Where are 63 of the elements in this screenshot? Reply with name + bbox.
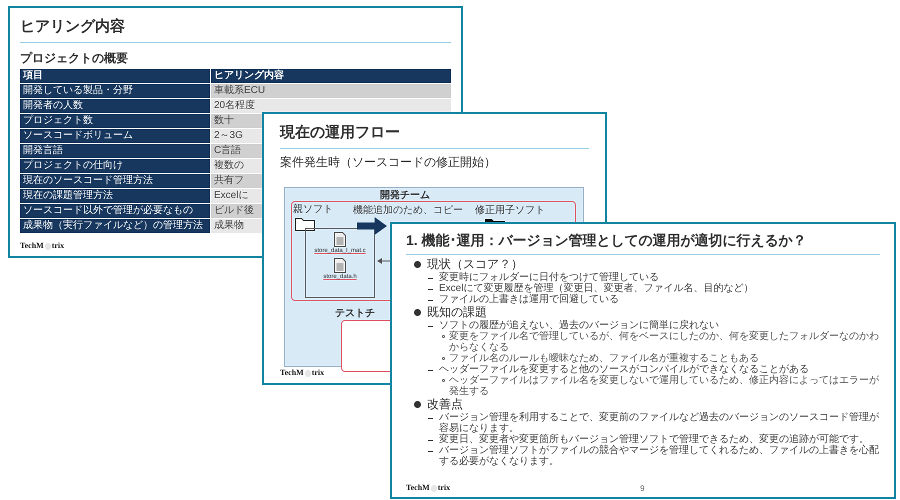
logo-text: TechM <box>406 482 430 494</box>
table-cell: 成果物（実行ファイルなど）の管理方法 <box>20 218 210 232</box>
table-cell: 開発者の人数 <box>20 98 210 112</box>
document-icon <box>334 258 346 272</box>
table-cell: 現在の課題管理方法 <box>20 188 210 202</box>
table-cell: 現在のソースコード管理方法 <box>20 174 210 188</box>
folder-label: 親ソフト <box>293 202 333 216</box>
bullet-icon <box>442 379 445 382</box>
logo-text: trix <box>52 240 64 252</box>
bullet-text: 変更日、変更者や変更箇所もバージョン管理ソフトで管理できるため、変更の追跡が可能です。 <box>439 434 869 445</box>
bullet-text: 変更をファイル名で管理しているが、何をベースにしたのか、何を変更したフォルダーなのかわからなくなる <box>449 331 880 353</box>
bullet-icon <box>414 309 421 316</box>
slide-title: ヒアリング内容 <box>20 17 126 37</box>
table-cell: ソースコードボリューム <box>20 128 210 142</box>
table-cell: 20名程度 <box>211 98 451 112</box>
table-cell: プロジェクトの仕向け <box>20 158 210 172</box>
bullet-text: バージョン管理ソフトがファイルの競合やマージを管理してくれるため、ファイルの上書きを心配する必要がなくなります。 <box>439 445 880 467</box>
page-number: 9 <box>640 484 645 494</box>
dash-icon <box>428 440 433 441</box>
table-header-cell: 項目 <box>20 68 210 82</box>
team-label: テストチ <box>335 306 375 320</box>
table-cell: プロジェクト数 <box>20 114 210 128</box>
logo-mark-icon <box>430 484 437 492</box>
dash-icon <box>428 418 433 419</box>
bullet-icon <box>442 357 445 360</box>
dash-icon <box>428 451 433 452</box>
table-header-cell: ヒアリング内容 <box>211 68 451 82</box>
logo-text: TechM <box>280 367 304 379</box>
section-heading: 既知の課題 <box>427 305 487 320</box>
folder-frame <box>305 228 375 298</box>
slide-subtitle: プロジェクトの概要 <box>20 50 129 66</box>
dash-icon <box>428 300 433 301</box>
folder-label: 修正用子ソフト <box>475 204 545 218</box>
logo-mark-icon <box>44 242 51 250</box>
section-heading: 改善点 <box>427 397 463 412</box>
logo-text: trix <box>438 482 450 494</box>
table-cell: 車載系ECU <box>211 84 451 98</box>
section-heading: 現状（スコア？） <box>427 257 523 272</box>
bullet-text: ソフトの履歴が追えない、過去のバージョンに簡単に戻れない <box>439 320 719 331</box>
right-arrow-icon <box>357 216 387 234</box>
bullet-text: Excelにて変更履歴を管理（変更日、変更者、ファイル名、目的など） <box>439 283 754 294</box>
table-cell: 開発している製品・分野 <box>20 84 210 98</box>
bullet-icon <box>442 335 445 338</box>
logo-text: trix <box>312 367 324 379</box>
logo-mark-icon <box>304 370 311 376</box>
dash-icon <box>428 370 433 371</box>
table-cell: 開発言語 <box>20 144 210 158</box>
slide-title: 1. 機能･運用：バージョン管理としての運用が適切に行えるか？ <box>406 231 808 250</box>
bullet-text: ファイルの上書きは運用で回避している <box>439 294 619 305</box>
document-icon <box>334 232 346 246</box>
bullet-text: ヘッダーファイルを変更すると他のソースがコンパイルができなくなることがある <box>439 364 809 375</box>
team-label: 開発チーム <box>380 188 430 202</box>
bullet-icon <box>414 261 421 268</box>
bullet-text: バージョン管理を利用することで、変更前のファイルなど過去のバージョンのソースコード管理が容易になります。 <box>439 412 880 434</box>
logo-text: TechM <box>20 240 44 252</box>
bullet-text: 変更時にフォルダーに日付をつけて管理している <box>439 272 659 283</box>
dash-icon <box>428 278 433 279</box>
table-cell: ソースコード以外で管理が必要なもの <box>20 204 210 218</box>
bullet-icon <box>414 401 421 408</box>
dash-icon <box>428 289 433 290</box>
bullet-text: ヘッダーファイルはファイル名を変更しないで運用しているため、修正内容によってはエラーが発生する <box>449 375 880 397</box>
bullet-text: ファイル名のルールも曖昧なため、ファイル名が重複することもある <box>449 353 759 364</box>
dash-icon <box>428 326 433 327</box>
